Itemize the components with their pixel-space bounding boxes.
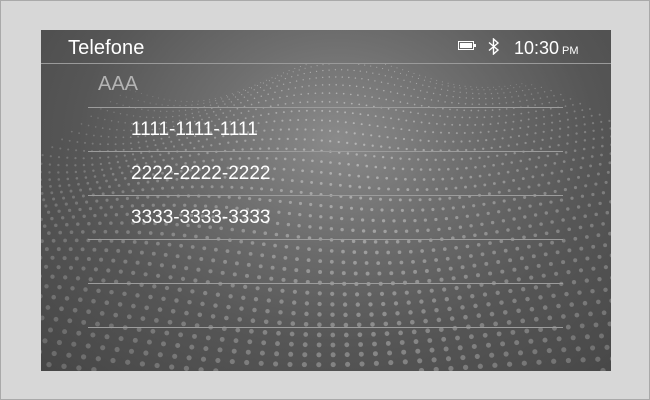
contact-header-row: AAA [88,64,563,108]
list-item-empty-1 [88,240,563,284]
bluetooth-icon [488,38,500,55]
battery-icon [458,41,476,50]
clock-time: 10:30 [514,38,560,58]
clock: 10:30 PM [514,38,579,59]
clock-ampm: PM [562,45,579,57]
list-item-number-3[interactable]: 3333-3333-3333 [88,196,563,240]
page-title: Telefone [68,37,145,59]
phone-screen: Telefone 10:30 PM AAA 1111-1111-1111 2222… [41,30,611,371]
list-item-empty-2 [88,284,563,328]
phone-number: 3333-3333-3333 [131,207,271,228]
contact-name: AAA [98,73,139,95]
list-item-number-1[interactable]: 1111-1111-1111 [88,108,563,152]
phone-number: 2222-2222-2222 [131,163,271,184]
device-frame: Telefone 10:30 PM AAA 1111-1111-1111 2222… [0,0,650,400]
list-item-number-2[interactable]: 2222-2222-2222 [88,152,563,196]
status-bar: Telefone 10:30 PM [41,30,611,64]
phone-number: 1111-1111-1111 [131,119,258,140]
